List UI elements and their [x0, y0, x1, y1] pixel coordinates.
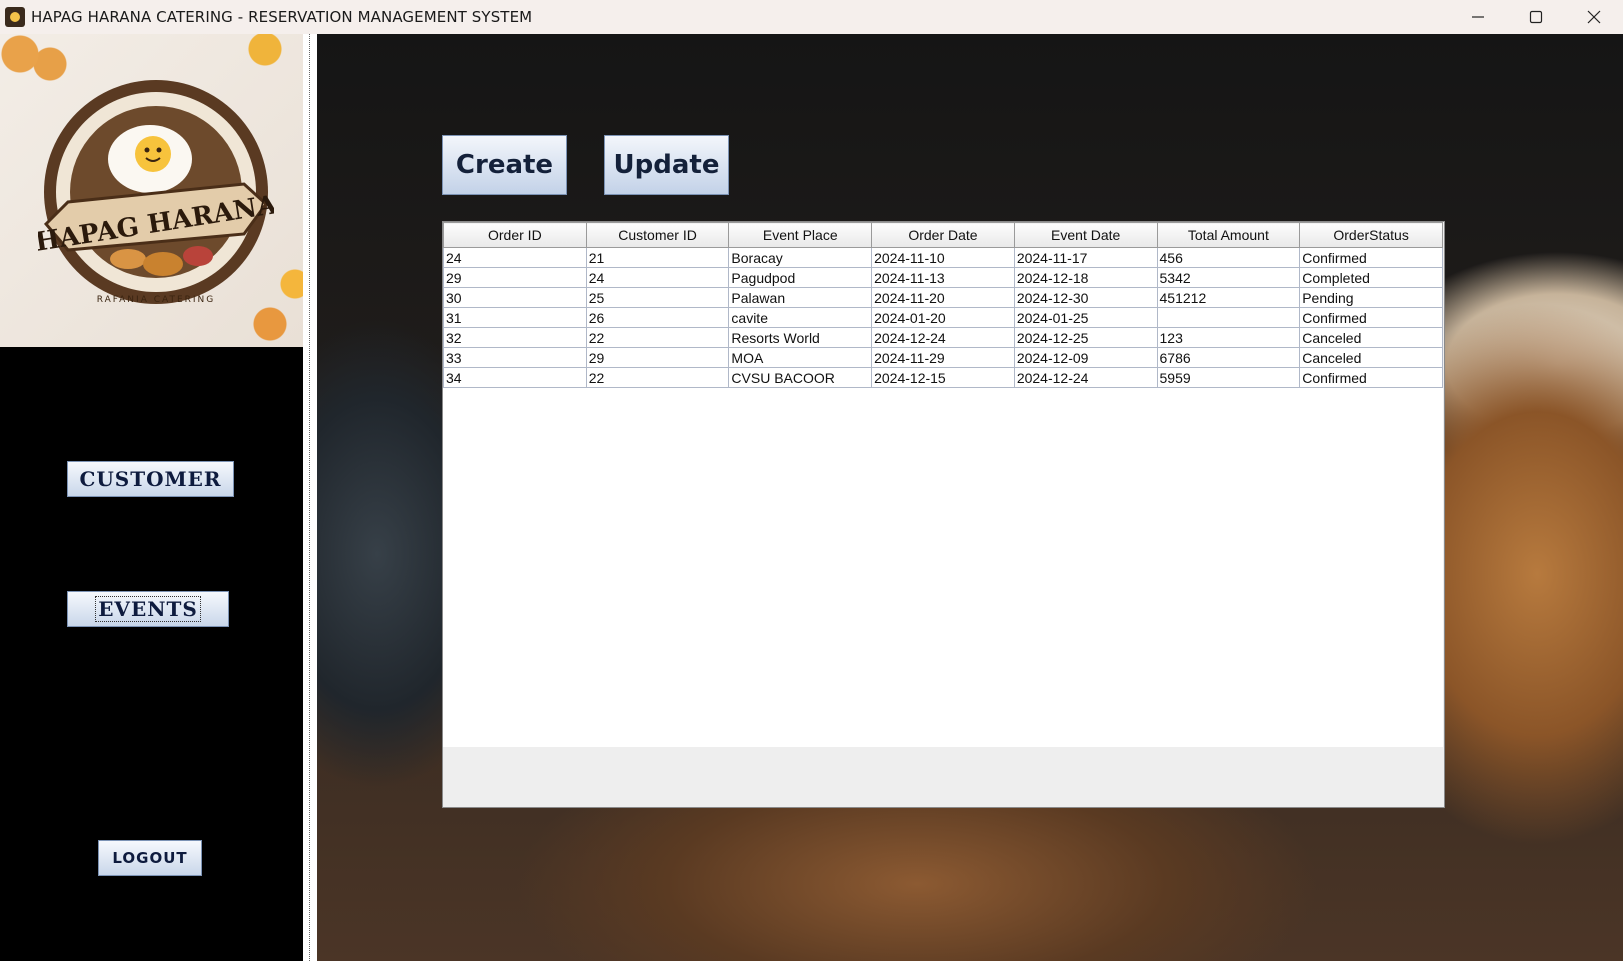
close-button[interactable] [1565, 0, 1623, 34]
sidebar: HAPAG HARANA RAFANIA CATERING CUSTOMER E… [0, 34, 303, 961]
close-icon [1587, 10, 1601, 24]
app-logo-icon [5, 7, 25, 27]
cell-order-date[interactable]: 2024-12-24 [871, 327, 1015, 348]
cell-total-amount[interactable]: 6786 [1156, 347, 1301, 368]
cell-order-date[interactable]: 2024-11-13 [871, 267, 1015, 288]
minimize-icon [1472, 16, 1484, 18]
cell-customer-id[interactable]: 24 [585, 267, 730, 288]
column-header-event-date[interactable]: Event Date [1013, 222, 1158, 248]
table-row[interactable]: 30 25 Palawan 2024-11-20 2024-12-30 451212 Pen… [443, 287, 1443, 308]
title-bar: HAPAG HARANA CATERING - RESERVATION MANA… [0, 0, 1623, 34]
customer-button-label: CUSTOMER [79, 467, 222, 491]
cell-order-id[interactable]: 24 [443, 247, 587, 268]
cell-event-place[interactable]: cavite [728, 307, 873, 328]
cell-event-date[interactable]: 2024-11-17 [1013, 247, 1158, 268]
cell-event-place[interactable]: Pagudpod [728, 267, 873, 288]
cell-customer-id[interactable]: 22 [585, 367, 730, 388]
create-button[interactable]: Create [442, 135, 567, 195]
cell-customer-id[interactable]: 22 [585, 327, 730, 348]
cell-order-status[interactable]: Confirmed [1299, 247, 1443, 268]
cell-order-status[interactable]: Confirmed [1299, 307, 1443, 328]
cell-order-id[interactable]: 32 [443, 327, 587, 348]
cell-event-place[interactable]: CVSU BACOOR [728, 367, 873, 388]
cell-event-date[interactable]: 2024-12-09 [1013, 347, 1158, 368]
orders-table-scrollpane[interactable]: Order ID Customer ID Event Place Order Date… [442, 221, 1445, 808]
events-button-label: EVENTS [95, 596, 201, 622]
maximize-icon [1529, 10, 1543, 24]
column-header-order-id[interactable]: Order ID [443, 222, 587, 248]
cell-customer-id[interactable]: 29 [585, 347, 730, 368]
cell-customer-id[interactable]: 21 [585, 247, 730, 268]
table-row[interactable]: 32 22 Resorts World 2024-12-24 2024-12-25 123… [443, 327, 1443, 348]
cell-event-place[interactable]: Palawan [728, 287, 873, 308]
cell-order-status[interactable]: Confirmed [1299, 367, 1443, 388]
split-pane-divider[interactable] [303, 34, 317, 961]
cell-order-id[interactable]: 33 [443, 347, 587, 368]
cell-total-amount[interactable]: 5342 [1156, 267, 1301, 288]
cell-event-date[interactable]: 2024-12-25 [1013, 327, 1158, 348]
cell-order-date[interactable]: 2024-12-15 [871, 367, 1015, 388]
column-header-total-amount[interactable]: Total Amount [1156, 222, 1301, 248]
cell-total-amount[interactable]: 456 [1156, 247, 1301, 268]
brand-logo-panel: HAPAG HARANA RAFANIA CATERING [0, 34, 303, 347]
app-window: HAPAG HARANA CATERING - RESERVATION MANA… [0, 0, 1623, 961]
update-button[interactable]: Update [604, 135, 729, 195]
table-row[interactable]: 29 24 Pagudpod 2024-11-13 2024-12-18 5342 Comp… [443, 267, 1443, 288]
minimize-button[interactable] [1449, 0, 1507, 34]
cell-order-id[interactable]: 30 [443, 287, 587, 308]
cell-order-date[interactable]: 2024-11-29 [871, 347, 1015, 368]
cell-order-date[interactable]: 2024-11-20 [871, 287, 1015, 308]
cell-event-date[interactable]: 2024-12-18 [1013, 267, 1158, 288]
cell-event-place[interactable]: Boracay [728, 247, 873, 268]
window-title: HAPAG HARANA CATERING - RESERVATION MANA… [31, 8, 533, 26]
table-row[interactable]: 24 21 Boracay 2024-11-10 2024-11-17 456 Confir… [443, 247, 1443, 268]
cell-customer-id[interactable]: 25 [585, 287, 730, 308]
cell-order-status[interactable]: Canceled [1299, 347, 1443, 368]
cell-event-date[interactable]: 2024-12-30 [1013, 287, 1158, 308]
events-button[interactable]: EVENTS [67, 591, 229, 627]
table-body: 24 21 Boracay 2024-11-10 2024-11-17 456 Confir… [443, 247, 1443, 388]
main-content: Create Update Order ID Customer ID Event P… [317, 34, 1623, 961]
cell-customer-id[interactable]: 26 [585, 307, 730, 328]
cell-total-amount[interactable]: 451212 [1156, 287, 1301, 308]
cell-total-amount[interactable]: 5959 [1156, 367, 1301, 388]
cell-order-date[interactable]: 2024-11-10 [871, 247, 1015, 268]
hapag-harana-logo: HAPAG HARANA RAFANIA CATERING [38, 80, 274, 305]
cell-order-date[interactable]: 2024-01-20 [871, 307, 1015, 328]
maximize-button[interactable] [1507, 0, 1565, 34]
cell-total-amount[interactable] [1156, 307, 1301, 328]
logo-sub-text: RAFANIA CATERING [97, 295, 216, 305]
update-button-label: Update [613, 150, 720, 180]
cell-total-amount[interactable]: 123 [1156, 327, 1301, 348]
cell-order-id[interactable]: 29 [443, 267, 587, 288]
table-row[interactable]: 33 29 MOA 2024-11-29 2024-12-09 6786 Canceled [443, 347, 1443, 368]
column-header-customer-id[interactable]: Customer ID [585, 222, 730, 248]
logout-button[interactable]: LOGOUT [98, 840, 202, 876]
table-row[interactable]: 31 26 cavite 2024-01-20 2024-01-25 Confirmed [443, 307, 1443, 328]
cell-order-status[interactable]: Completed [1299, 267, 1443, 288]
cell-order-id[interactable]: 31 [443, 307, 587, 328]
column-header-event-place[interactable]: Event Place [728, 222, 873, 248]
cell-order-id[interactable]: 34 [443, 367, 587, 388]
orders-table: Order ID Customer ID Event Place Order Date… [443, 222, 1443, 388]
customer-button[interactable]: CUSTOMER [67, 461, 234, 497]
table-header-row: Order ID Customer ID Event Place Order Date… [443, 222, 1443, 248]
cell-event-place[interactable]: MOA [728, 347, 873, 368]
cell-event-date[interactable]: 2024-01-25 [1013, 307, 1158, 328]
column-header-order-status[interactable]: OrderStatus [1299, 222, 1443, 248]
cell-event-date[interactable]: 2024-12-24 [1013, 367, 1158, 388]
cell-order-status[interactable]: Pending [1299, 287, 1443, 308]
cell-event-place[interactable]: Resorts World [728, 327, 873, 348]
window-controls [1449, 0, 1623, 34]
logout-button-label: LOGOUT [112, 849, 188, 867]
table-row[interactable]: 34 22 CVSU BACOOR 2024-12-15 2024-12-24 5959 C… [443, 367, 1443, 388]
orders-table-viewport: Order ID Customer ID Event Place Order Date… [443, 222, 1443, 747]
create-button-label: Create [455, 150, 554, 180]
column-header-order-date[interactable]: Order Date [871, 222, 1015, 248]
cell-order-status[interactable]: Canceled [1299, 327, 1443, 348]
